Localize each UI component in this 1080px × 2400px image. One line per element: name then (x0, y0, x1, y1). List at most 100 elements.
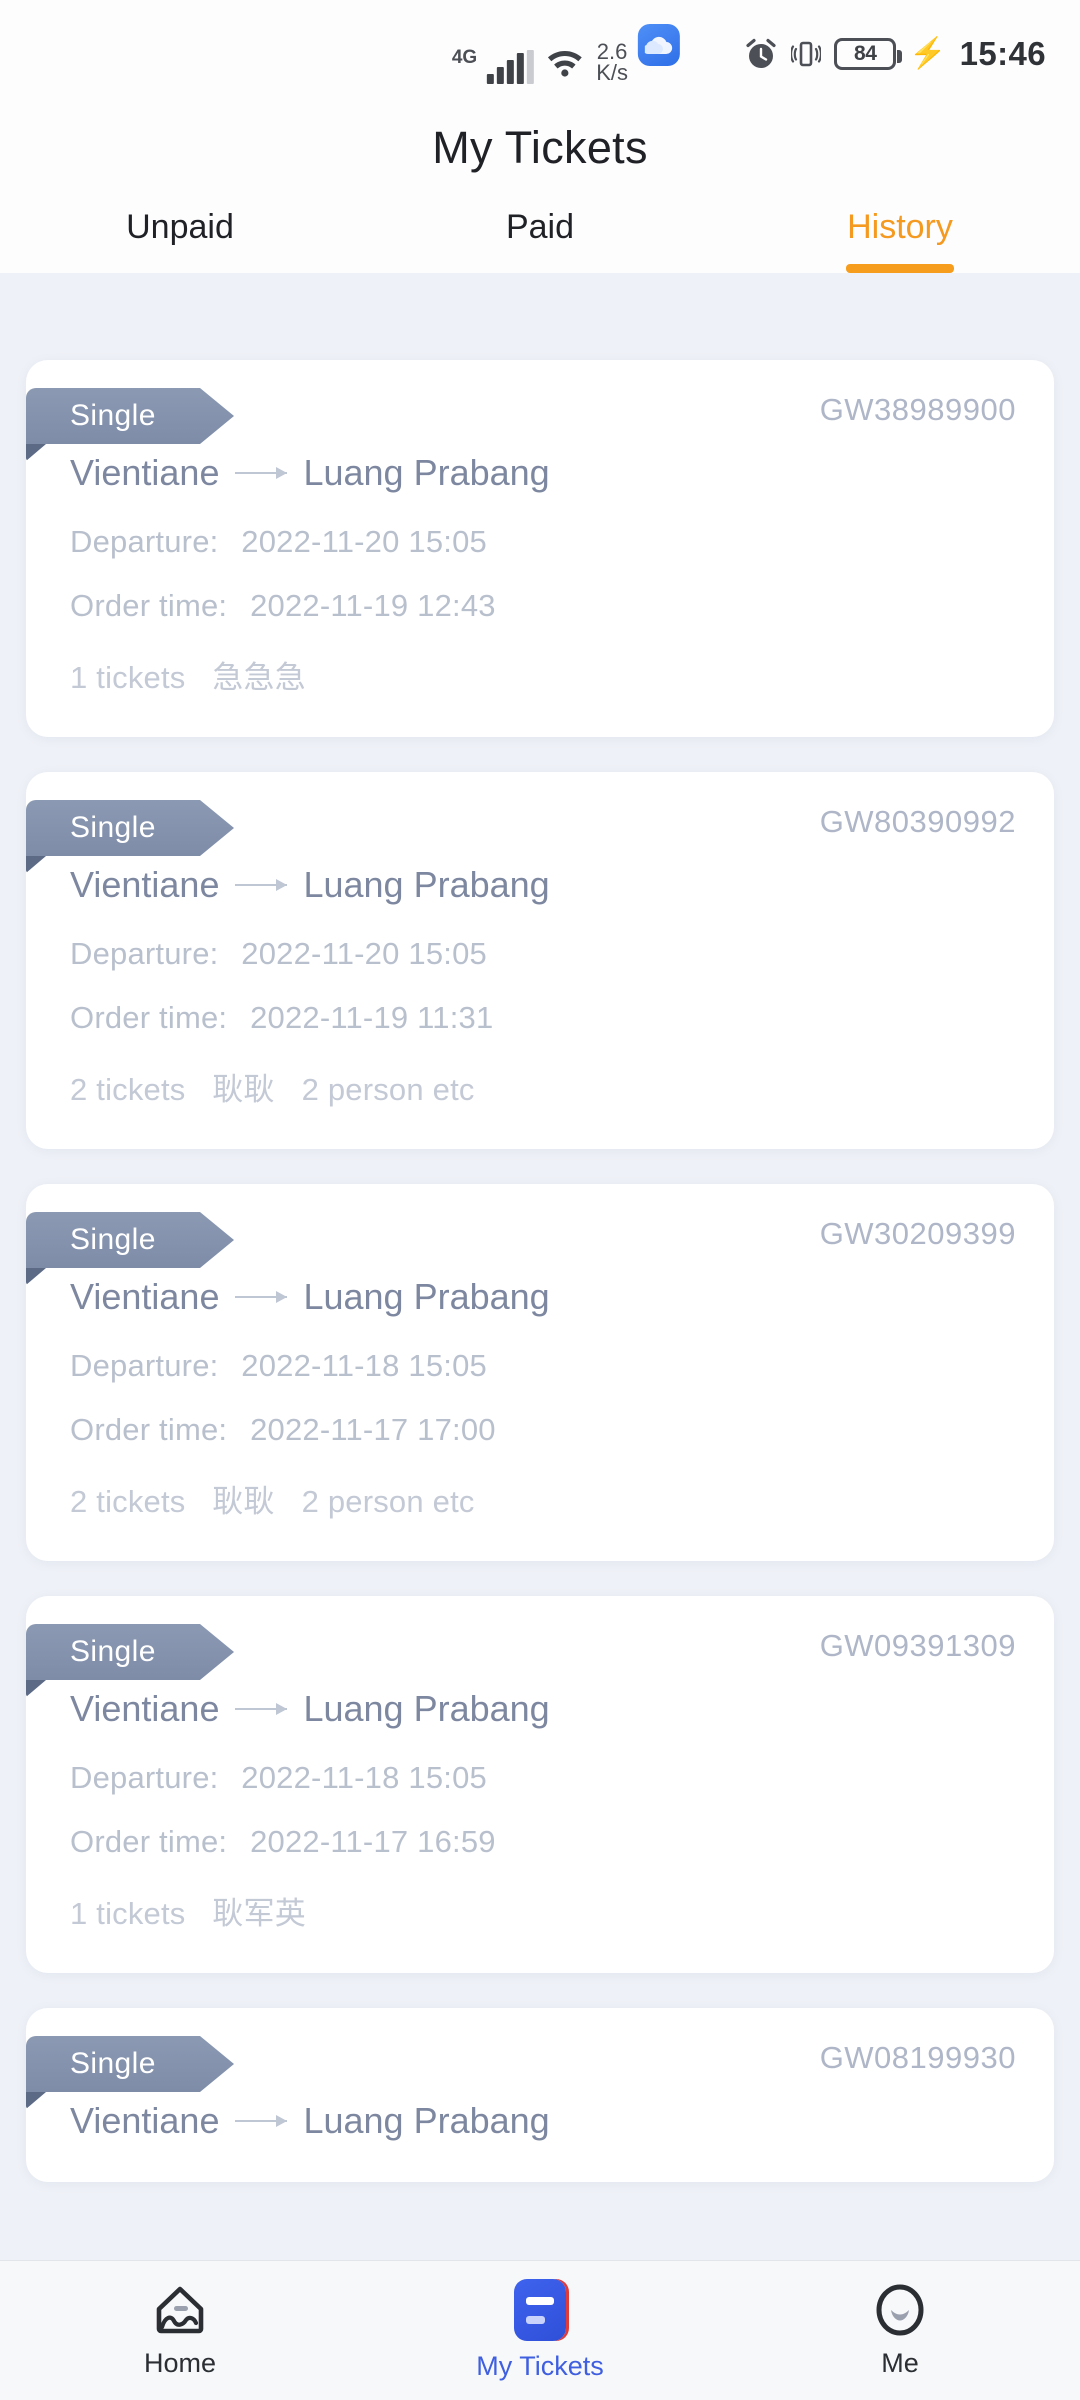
departure-value: 2022-11-18 15:05 (241, 1760, 487, 1795)
tab-unpaid[interactable]: Unpaid (0, 208, 360, 273)
ticket-route: Vientiane Luang Prabang (26, 2100, 1054, 2142)
tab-unpaid-label: Unpaid (126, 208, 234, 246)
nav-label-my-tickets: My Tickets (476, 2351, 604, 2381)
passenger-row: 2 tickets 耿耿 2 person etc (26, 1036, 1054, 1109)
app-screen: 4G 2.6 K/s 84 ⚡ 15:46 My Tickets Unpaid … (0, 0, 1080, 2400)
tab-paid[interactable]: Paid (360, 208, 720, 273)
departure-value: 2022-11-20 15:05 (241, 524, 487, 559)
destination-city: Luang Prabang (303, 864, 550, 905)
tab-history[interactable]: History (720, 208, 1080, 273)
ticket-route: Vientiane Luang Prabang (26, 1688, 1054, 1730)
ticket-type-label: Single (70, 399, 156, 432)
status-bar-left: 4G 2.6 K/s (452, 24, 680, 84)
passenger-name: 耿耿 (212, 1484, 275, 1519)
origin-city: Vientiane (70, 1688, 220, 1729)
destination-city: Luang Prabang (303, 452, 550, 493)
ticket-route: Vientiane Luang Prabang (26, 1276, 1054, 1318)
order-number: GW80390992 (819, 804, 1016, 839)
order-time-label: Order time: (70, 1000, 228, 1035)
ticket-card[interactable]: Single GW09391309 Vientiane Luang Praban… (26, 1596, 1054, 1973)
departure-value: 2022-11-20 15:05 (241, 936, 487, 971)
ticket-type-badge: Single (26, 1212, 234, 1268)
nav-label-me: Me (881, 2348, 919, 2378)
order-number: GW30209399 (819, 1216, 1016, 1251)
arrow-right-icon (235, 2115, 288, 2127)
status-bar-clock: 15:46 (959, 35, 1046, 72)
order-number: GW38989900 (819, 392, 1016, 427)
ticket-count: 2 tickets (70, 1072, 186, 1107)
signal-icon (487, 50, 535, 84)
network-speed-indicator: 2.6 K/s (596, 41, 628, 86)
ticket-route: Vientiane Luang Prabang (26, 864, 1054, 906)
departure-row: Departure: 2022-11-18 15:05 (26, 1318, 1054, 1384)
ticket-type-badge: Single (26, 800, 234, 856)
order-time-label: Order time: (70, 588, 228, 623)
order-time-row: Order time: 2022-11-19 11:31 (26, 972, 1054, 1036)
destination-city: Luang Prabang (303, 2100, 550, 2141)
origin-city: Vientiane (70, 452, 220, 493)
network-speed-unit: K/s (596, 60, 628, 86)
nav-item-home[interactable]: Home (0, 2282, 360, 2379)
departure-label: Departure: (70, 936, 219, 971)
passenger-name: 耿军英 (212, 1896, 306, 1931)
order-time-value: 2022-11-19 12:43 (250, 588, 496, 623)
ticket-card[interactable]: Single GW38989900 Vientiane Luang Praban… (26, 360, 1054, 737)
tab-paid-label: Paid (505, 208, 575, 246)
ticket-card-header: Single GW80390992 (26, 772, 1054, 873)
order-number: GW09391309 (819, 1628, 1016, 1663)
passenger-extra: 2 person etc (301, 1484, 475, 1519)
ticket-list[interactable]: Single GW38989900 Vientiane Luang Praban… (0, 332, 1080, 2260)
ticket-card-header: Single GW38989900 (26, 360, 1054, 461)
ticket-card-header: Single GW08199930 (26, 2008, 1054, 2109)
passenger-name: 耿耿 (212, 1072, 275, 1107)
order-time-row: Order time: 2022-11-19 12:43 (26, 560, 1054, 624)
profile-icon (872, 2282, 928, 2338)
passenger-row: 1 tickets 急急急 (26, 624, 1054, 697)
bottom-navigation-bar: Home My Tickets Me (0, 2260, 1080, 2400)
ticket-type-badge: Single (26, 2036, 234, 2092)
departure-value: 2022-11-18 15:05 (241, 1348, 487, 1383)
cloud-app-icon (638, 24, 680, 66)
nav-item-me[interactable]: Me (720, 2282, 1080, 2379)
ticket-card-header: Single GW30209399 (26, 1184, 1054, 1285)
ticket-icon (514, 2279, 566, 2341)
departure-row: Departure: 2022-11-20 15:05 (26, 906, 1054, 972)
ticket-type-label: Single (70, 1635, 156, 1668)
order-time-value: 2022-11-19 11:31 (250, 1000, 494, 1035)
passenger-name: 急急急 (212, 660, 306, 695)
departure-label: Departure: (70, 524, 219, 559)
nav-item-my-tickets[interactable]: My Tickets (360, 2279, 720, 2382)
order-time-value: 2022-11-17 16:59 (250, 1824, 496, 1859)
network-type-label: 4G (451, 47, 478, 68)
order-time-value: 2022-11-17 17:00 (250, 1412, 496, 1447)
page-header: My Tickets Unpaid Paid History (0, 108, 1080, 273)
vibrate-icon (790, 37, 823, 71)
destination-city: Luang Prabang (303, 1276, 550, 1317)
tab-history-label: History (847, 208, 953, 246)
battery-icon: 84 (834, 38, 903, 70)
origin-city: Vientiane (70, 2100, 220, 2141)
departure-row: Departure: 2022-11-18 15:05 (26, 1730, 1054, 1796)
ticket-card[interactable]: Single GW80390992 Vientiane Luang Praban… (26, 772, 1054, 1149)
wifi-icon (544, 43, 586, 82)
charging-bolt-icon: ⚡ (909, 37, 947, 70)
ticket-card[interactable]: Single GW30209399 Vientiane Luang Praban… (26, 1184, 1054, 1561)
passenger-extra: 2 person etc (301, 1072, 475, 1107)
status-bar: 4G 2.6 K/s 84 ⚡ 15:46 (0, 0, 1080, 108)
passenger-row: 2 tickets 耿耿 2 person etc (26, 1448, 1054, 1521)
nav-label-home: Home (143, 2348, 217, 2378)
origin-city: Vientiane (70, 864, 220, 905)
departure-label: Departure: (70, 1760, 219, 1795)
ticket-status-tabs: Unpaid Paid History (0, 208, 1080, 273)
order-time-row: Order time: 2022-11-17 16:59 (26, 1796, 1054, 1860)
ticket-card-header: Single GW09391309 (26, 1596, 1054, 1697)
ticket-type-label: Single (70, 1223, 156, 1256)
arrow-right-icon (235, 879, 288, 891)
origin-city: Vientiane (70, 1276, 220, 1317)
departure-row: Departure: 2022-11-20 15:05 (26, 494, 1054, 560)
arrow-right-icon (235, 467, 288, 479)
ticket-card[interactable]: Single GW08199930 Vientiane Luang Praban… (26, 2008, 1054, 2182)
order-time-row: Order time: 2022-11-17 17:00 (26, 1384, 1054, 1448)
ticket-count: 1 tickets (70, 660, 186, 695)
ticket-type-badge: Single (26, 1624, 234, 1680)
